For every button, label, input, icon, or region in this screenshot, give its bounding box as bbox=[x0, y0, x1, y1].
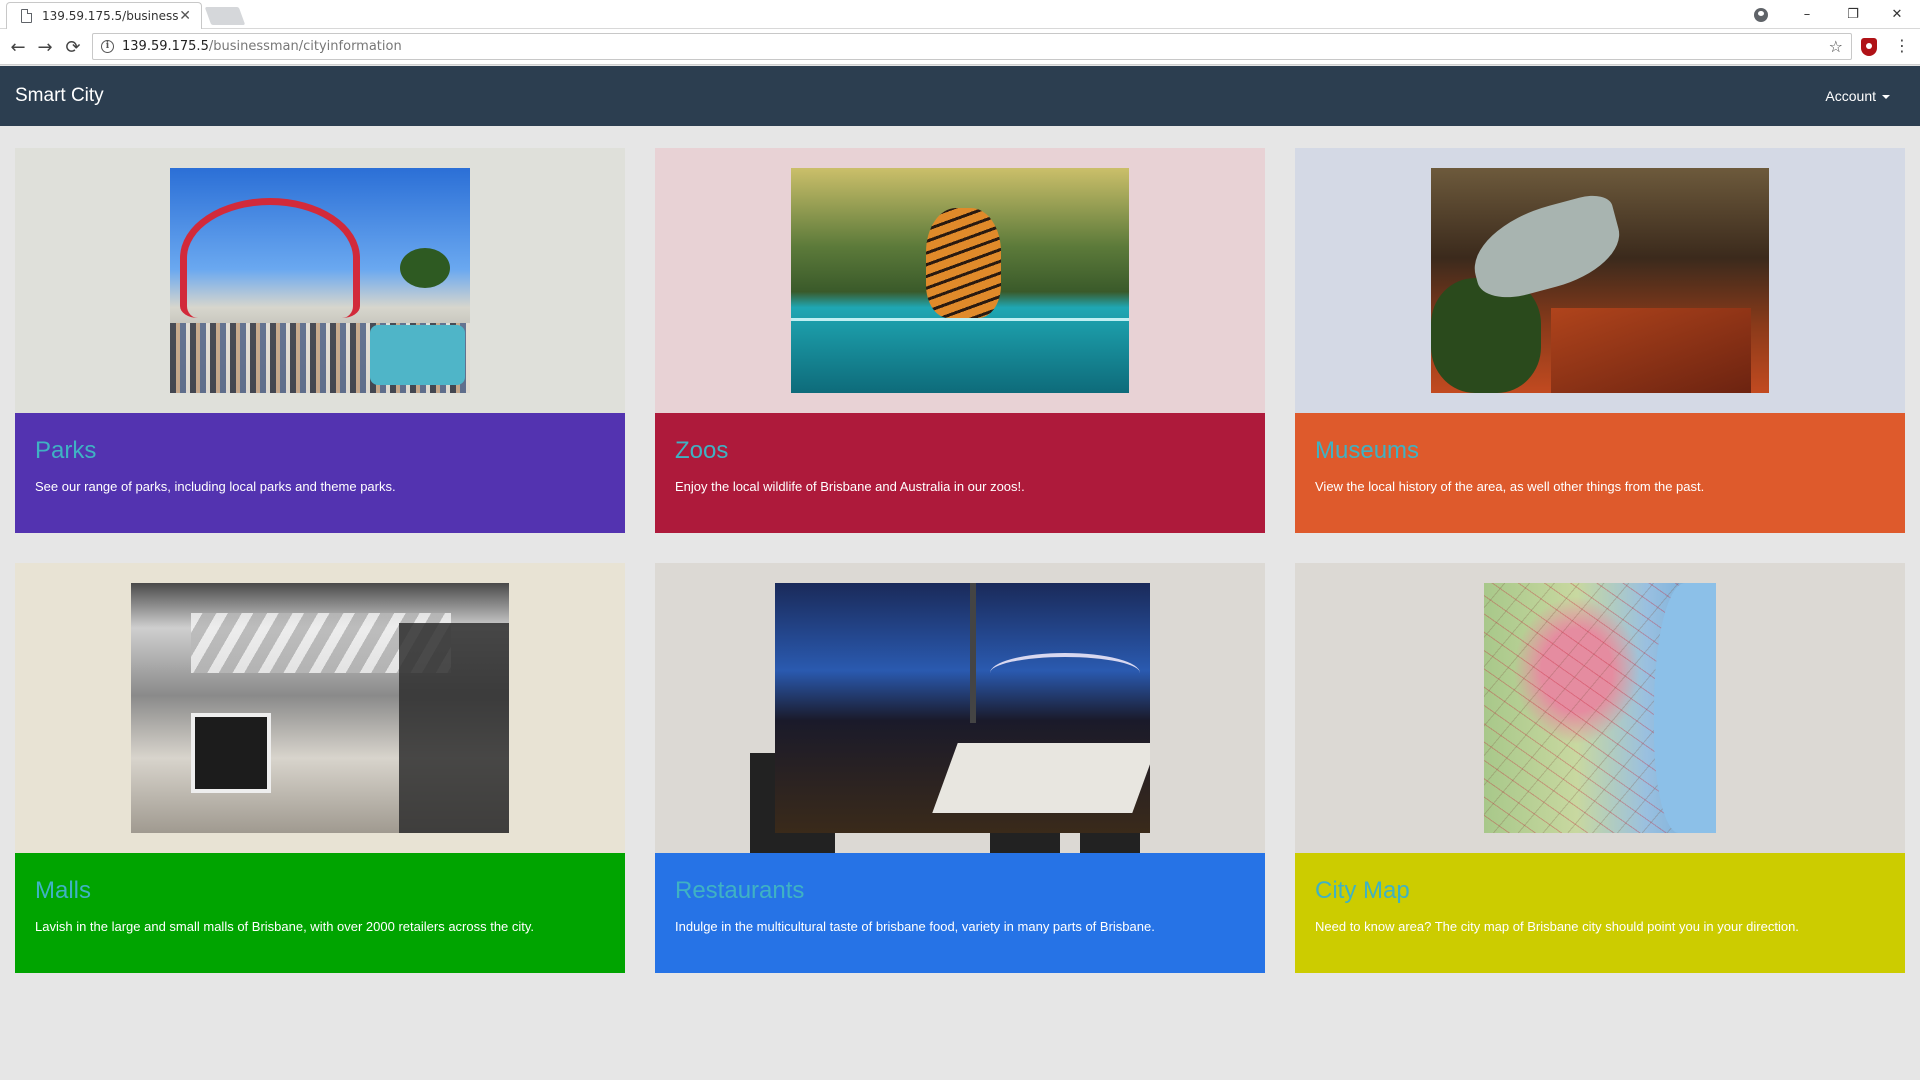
site-info-icon[interactable]: i bbox=[101, 40, 114, 53]
app-navbar: Smart City Account bbox=[0, 66, 1920, 126]
maximize-button[interactable]: ❐ bbox=[1830, 0, 1876, 29]
card-description: Indulge in the multicultural taste of br… bbox=[675, 919, 1155, 934]
account-dropdown[interactable]: Account bbox=[1825, 88, 1905, 104]
card-title[interactable]: Museums bbox=[1315, 437, 1885, 465]
card-image-area bbox=[655, 563, 1265, 853]
card-image-area bbox=[1295, 563, 1905, 853]
back-arrow-icon[interactable]: ← bbox=[6, 35, 30, 59]
card-restaurants[interactable]: Restaurants Indulge in the multicultural… bbox=[655, 563, 1265, 973]
card-image-area bbox=[15, 563, 625, 853]
skyline-silhouette bbox=[750, 753, 1170, 853]
card-zoos[interactable]: Zoos Enjoy the local wildlife of Brisban… bbox=[655, 148, 1265, 533]
url-path: /businessman/cityinformation bbox=[208, 39, 402, 54]
card-description: Lavish in the large and small malls of B… bbox=[35, 919, 535, 934]
city-map-photo bbox=[1484, 583, 1716, 833]
tab-close-icon[interactable]: ✕ bbox=[179, 8, 191, 24]
card-museums[interactable]: Museums View the local history of the ar… bbox=[1295, 148, 1905, 533]
card-description: Need to know area? The city map of Brisb… bbox=[1315, 919, 1799, 934]
browser-tab-bar: 139.59.175.5/businessma ✕ – ❐ ✕ bbox=[0, 0, 1920, 29]
card-title[interactable]: Zoos bbox=[675, 437, 1245, 465]
extension-shield-icon[interactable] bbox=[1861, 38, 1877, 56]
url-host: 139.59.175.5 bbox=[122, 39, 209, 54]
forward-arrow-icon[interactable]: → bbox=[33, 35, 57, 59]
tiger-photo bbox=[791, 168, 1129, 393]
card-caption: Malls Lavish in the large and small mall… bbox=[15, 853, 625, 973]
card-description: See our range of parks, including local … bbox=[35, 479, 396, 494]
new-tab-button[interactable] bbox=[204, 7, 246, 25]
card-city-map[interactable]: City Map Need to know area? The city map… bbox=[1295, 563, 1905, 973]
url-input[interactable]: i 139.59.175.5 /businessman/cityinformat… bbox=[92, 33, 1852, 60]
card-image-area bbox=[1295, 148, 1905, 413]
card-caption: Zoos Enjoy the local wildlife of Brisban… bbox=[655, 413, 1265, 533]
card-malls[interactable]: Malls Lavish in the large and small mall… bbox=[15, 563, 625, 973]
card-caption: Restaurants Indulge in the multicultural… bbox=[655, 853, 1265, 973]
card-title[interactable]: City Map bbox=[1315, 877, 1885, 905]
card-title[interactable]: Parks bbox=[35, 437, 605, 465]
page-icon bbox=[21, 9, 32, 23]
account-label: Account bbox=[1825, 88, 1876, 104]
brand-title[interactable]: Smart City bbox=[15, 85, 104, 107]
tab-title: 139.59.175.5/businessma bbox=[42, 9, 178, 23]
card-title[interactable]: Restaurants bbox=[675, 877, 1245, 905]
profile-icon[interactable] bbox=[1738, 0, 1784, 29]
card-parks[interactable]: Parks See our range of parks, including … bbox=[15, 148, 625, 533]
card-caption: City Map Need to know area? The city map… bbox=[1295, 853, 1905, 973]
card-image-area bbox=[15, 148, 625, 413]
browser-menu-icon[interactable]: ⋮ bbox=[1894, 37, 1910, 55]
theme-park-photo bbox=[170, 168, 470, 393]
card-description: Enjoy the local wildlife of Brisbane and… bbox=[675, 479, 1025, 494]
card-caption: Museums View the local history of the ar… bbox=[1295, 413, 1905, 533]
close-window-button[interactable]: ✕ bbox=[1874, 0, 1920, 29]
minimize-button[interactable]: – bbox=[1784, 0, 1830, 29]
address-bar-row: ← → ⟳ i 139.59.175.5 /businessman/cityin… bbox=[0, 29, 1920, 65]
reload-icon[interactable]: ⟳ bbox=[61, 35, 85, 59]
card-title[interactable]: Malls bbox=[35, 877, 605, 905]
card-caption: Parks See our range of parks, including … bbox=[15, 413, 625, 533]
shopping-mall-photo bbox=[131, 583, 509, 833]
bookmark-star-icon[interactable]: ☆ bbox=[1829, 37, 1843, 56]
caret-down-icon bbox=[1882, 95, 1890, 99]
restaurant-photo-wrap bbox=[750, 583, 1170, 853]
card-description: View the local history of the area, as w… bbox=[1315, 479, 1705, 494]
card-image-area bbox=[655, 148, 1265, 413]
browser-tab[interactable]: 139.59.175.5/businessma ✕ bbox=[6, 2, 202, 29]
dinosaur-museum-photo bbox=[1431, 168, 1769, 393]
